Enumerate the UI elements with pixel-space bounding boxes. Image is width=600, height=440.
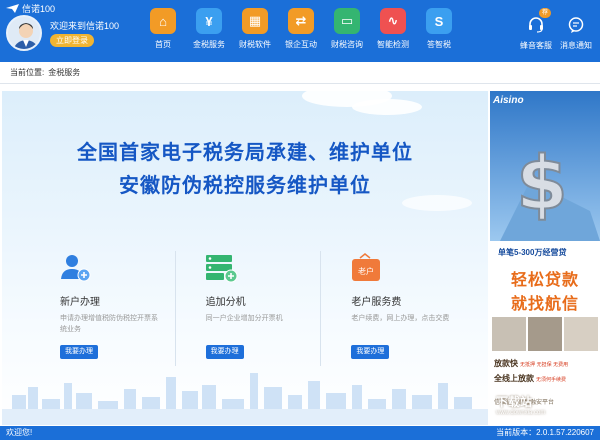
- watermark: 下载站 www.downxia.com: [496, 393, 545, 416]
- nav-label: 财税软件: [239, 40, 271, 49]
- customer-service-label: 蜂音客服: [520, 41, 552, 50]
- ad-slogan-1: 轻松贷款: [510, 272, 579, 289]
- card-title: 老户服务费: [351, 297, 402, 308]
- apply-button-add-machine[interactable]: 我要办理: [205, 345, 244, 359]
- nav-label: 首页: [155, 40, 171, 49]
- breadcrumb: 当前位置: 金税服务: [0, 62, 600, 84]
- card-title: 新户办理: [60, 297, 100, 308]
- nav-item-answer[interactable]: S 答智税: [416, 8, 462, 50]
- apply-button-new-user[interactable]: 我要办理: [60, 345, 98, 359]
- city-skyline-decoration: [2, 373, 488, 425]
- status-greeting: 欢迎您!: [6, 428, 33, 437]
- tax-service-icon: ¥: [196, 8, 222, 34]
- message-icon: [568, 17, 584, 33]
- header-tools: 荐 蜂音客服 消息通知: [516, 8, 596, 51]
- apply-button-service-fee[interactable]: 我要办理: [351, 345, 390, 359]
- nav-item-tax-service[interactable]: ¥ 金税服务: [186, 8, 232, 50]
- nav-item-consult[interactable]: ▭ 财税咨询: [324, 8, 370, 50]
- ad-slogan-2: 就找航信: [510, 296, 579, 313]
- main-banner: 全国首家电子税务局承建、维护单位 安徽防伪税控服务维护单位 新户办理 申请办理增…: [2, 91, 488, 425]
- version-number: 2.0.1.57.220607: [536, 428, 594, 437]
- window-title: 信诺100: [22, 3, 56, 14]
- nav-item-monitor[interactable]: ∿ 智能检测: [370, 8, 416, 50]
- add-machine-icon: [205, 255, 238, 283]
- welcome-text: 欢迎来到信诺100: [50, 21, 120, 31]
- customer-service-button[interactable]: 荐 蜂音客服: [516, 8, 556, 51]
- ad-photos: [492, 317, 598, 351]
- card-description: 同一户企业增加分开票机: [205, 315, 283, 322]
- card-title: 追加分机: [205, 297, 246, 308]
- card-description: 老户续费，网上办理，点击交费: [351, 315, 450, 322]
- nav-label: 智能检测: [377, 40, 409, 49]
- recommend-badge: 荐: [539, 8, 552, 18]
- window-title-bar: 信诺100: [6, 2, 55, 14]
- banner-headline-1: 全国首家电子税务局承建、维护单位: [77, 142, 413, 164]
- version-info: 当前版本：2.0.1.57.220607: [496, 426, 594, 440]
- nav-label: 银企互动: [285, 40, 317, 49]
- ad-feature-1: 放款快 无抵押 无担保 无费用: [494, 358, 568, 369]
- ad-feature-1-main: 放款快: [494, 358, 518, 368]
- app-logo-icon: [6, 3, 19, 13]
- breadcrumb-prefix: 当前位置:: [10, 68, 45, 77]
- nav-label: 金税服务: [193, 40, 225, 49]
- loan-advertisement[interactable]: Aisino $ 单笔5-300万经营贷 轻松贷款 就找航信 放款快 无抵押 无担…: [490, 91, 600, 425]
- service-cards: 新户办理 申请办理增值税防伪税控开票系统业务 我要办理 追加分机 同一户企业增加…: [30, 251, 466, 366]
- ad-feature-2: 全线上放款 无须何手续费: [494, 373, 566, 384]
- ad-loan-amount: 单笔5-300万经营贷: [498, 248, 567, 257]
- user-avatar[interactable]: [6, 15, 42, 51]
- headset-icon: [529, 17, 543, 33]
- nav-label: 财税咨询: [331, 40, 363, 49]
- new-user-icon: [61, 255, 91, 282]
- consult-icon: ▭: [334, 8, 360, 34]
- cloud-decoration: [352, 99, 422, 115]
- notification-button[interactable]: 消息通知: [556, 16, 596, 51]
- notification-label: 消息通知: [560, 41, 592, 50]
- ad-feature-1-note: 无抵押 无担保 无费用: [520, 362, 569, 368]
- bank-icon: ⇄: [288, 8, 314, 34]
- card-description: 申请办理增值税防伪税控开票系统业务: [60, 315, 158, 333]
- service-card-service-fee: 老户 老户服务费 老户续费，网上办理，点击交费 我要办理: [320, 251, 466, 366]
- ad-feature-2-note: 无须何手续费: [536, 377, 567, 383]
- home-icon: ⌂: [150, 8, 176, 34]
- svg-text:$: $: [516, 141, 568, 227]
- main-nav: ⌂ 首页 ¥ 金税服务 ▦ 财税软件 ⇄ 银企互动 ▭ 财税咨询 ∿ 智能检测 S 答智税: [140, 8, 508, 50]
- status-bar: 欢迎您! 当前版本：2.0.1.57.220607: [0, 426, 600, 440]
- top-bar: 信诺100 欢迎来到信诺100 立即登录 ⌂ 首页 ¥ 金税服务 ▦ 财税软件 ⇄ 银企互动 ▭…: [0, 0, 600, 62]
- nav-item-home[interactable]: ⌂ 首页: [140, 8, 186, 50]
- nav-label: 答智税: [427, 40, 451, 49]
- nav-item-software[interactable]: ▦ 财税软件: [232, 8, 278, 50]
- breadcrumb-current[interactable]: 金税服务: [48, 68, 80, 77]
- answer-icon: S: [426, 8, 452, 34]
- service-fee-icon: 老户: [352, 253, 381, 281]
- card-tag-text: 老户: [358, 266, 374, 276]
- login-button[interactable]: 立即登录: [50, 34, 94, 47]
- version-label: 当前版本：: [496, 428, 537, 437]
- monitor-icon: ∿: [380, 8, 406, 34]
- watermark-url: www.downxia.com: [496, 410, 546, 416]
- avatar-icon: [13, 23, 39, 49]
- ad-hero-image: Aisino $: [490, 91, 600, 241]
- service-card-add-machine: 追加分机 同一户企业增加分开票机 我要办理: [174, 251, 321, 366]
- service-card-new-user: 新户办理 申请办理增值税防伪税控开票系统业务 我要办理: [30, 251, 175, 366]
- software-icon: ▦: [242, 8, 268, 34]
- nav-item-bank[interactable]: ⇄ 银企互动: [278, 8, 324, 50]
- watermark-text: 下载站: [496, 395, 533, 409]
- dollar-sign-icon: $: [500, 140, 600, 241]
- banner-headline-2: 安徽防伪税控服务维护单位: [119, 175, 371, 197]
- ad-feature-2-main: 全线上放款: [494, 373, 534, 383]
